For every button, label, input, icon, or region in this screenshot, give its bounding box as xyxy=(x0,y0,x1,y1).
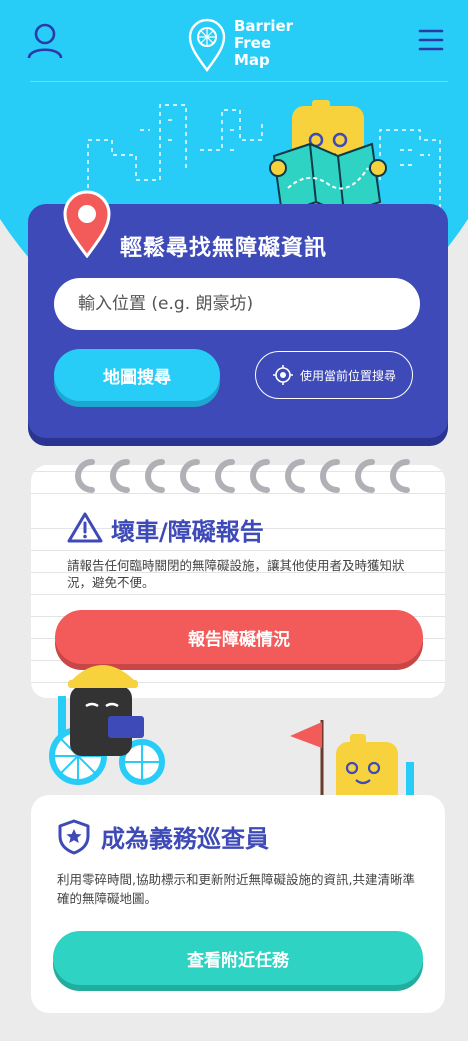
header-divider xyxy=(30,81,448,82)
logo-line-3: Map xyxy=(234,51,270,69)
volunteer-description: 利用零碎時間,協助標示和更新附近無障礙設施的資訊,共建清晰準確的無障礙地圖。 xyxy=(57,872,415,906)
volunteer-card: 成為義務巡查員 利用零碎時間,協助標示和更新附近無障礙設施的資訊,共建清晰準確的… xyxy=(31,795,445,1013)
binder-rings xyxy=(75,459,410,493)
user-icon[interactable] xyxy=(26,22,64,60)
search-title: 輕鬆尋找無障礙資訊 xyxy=(120,236,328,261)
current-location-search-button[interactable]: 使用當前位置搜尋 xyxy=(255,351,413,399)
worker-mascot-illustration xyxy=(49,665,165,785)
report-description: 請報告任何臨時關閉的無障礙設施，讓其他使用者及時獲知狀況，避免不便。 xyxy=(67,558,405,590)
volunteer-title: 成為義務巡查員 xyxy=(101,825,269,853)
location-pin-icon xyxy=(63,190,111,258)
view-nearby-tasks-button[interactable]: 查看附近任務 xyxy=(53,931,423,985)
top-header: Barrier Free Map xyxy=(0,0,468,82)
report-title: 壞車/障礙報告 xyxy=(111,518,264,546)
map-pin-logo-icon[interactable] xyxy=(187,18,227,72)
warning-icon xyxy=(67,512,103,543)
menu-icon[interactable] xyxy=(418,27,444,53)
star-shield-icon xyxy=(58,819,90,855)
logo-line-1: Barrier xyxy=(234,17,294,35)
locate-icon xyxy=(272,365,293,385)
current-location-label: 使用當前位置搜尋 xyxy=(299,368,396,383)
logo-text[interactable]: Barrier Free Map xyxy=(234,18,293,69)
logo-line-2: Free xyxy=(234,34,272,52)
map-search-button[interactable]: 地圖搜尋 xyxy=(54,349,220,401)
location-search-input[interactable] xyxy=(54,278,420,330)
